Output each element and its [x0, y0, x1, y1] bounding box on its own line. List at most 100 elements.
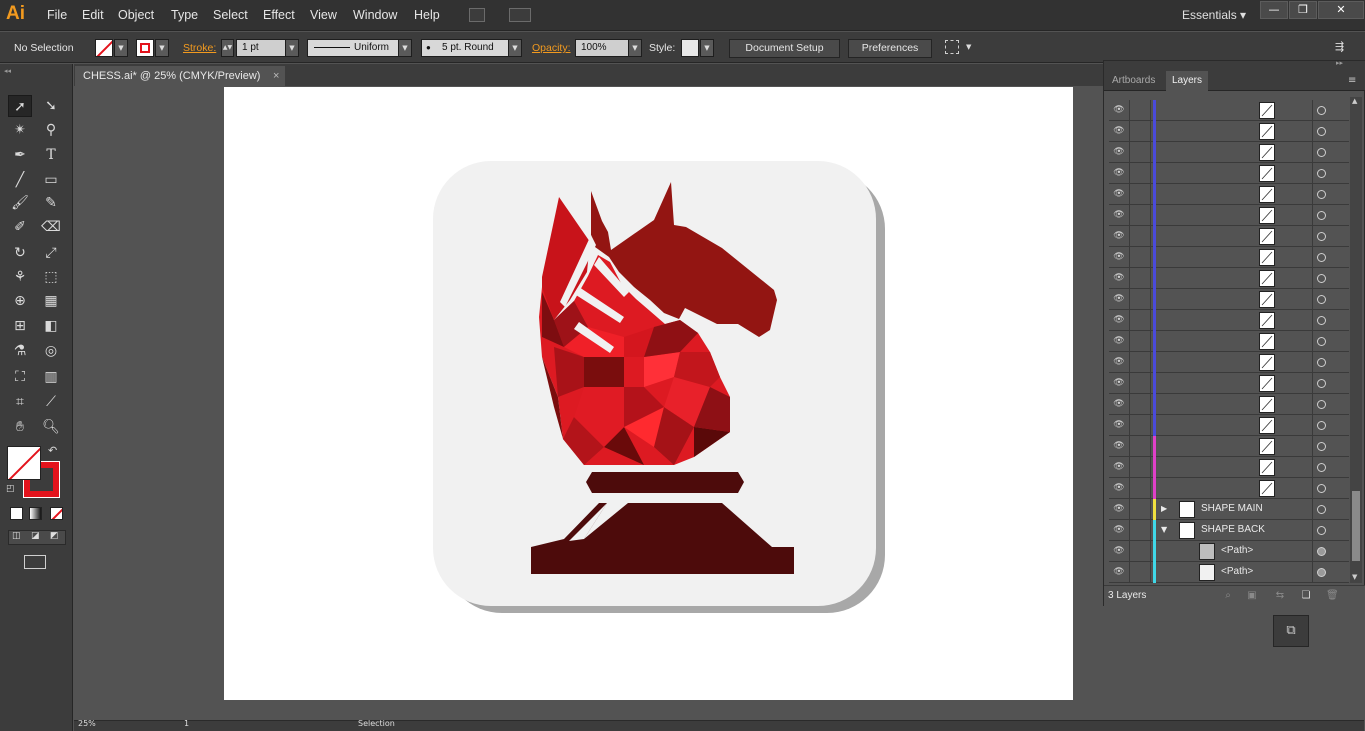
restore-button[interactable]: ❐ — [1289, 1, 1317, 19]
draw-inside-icon[interactable]: ◩ — [50, 531, 59, 541]
visibility-eye-icon[interactable]: 👁︎ — [1113, 125, 1125, 137]
chevron-right-icon[interactable]: ▶ — [1161, 504, 1167, 513]
path-row[interactable]: 👁︎ — [1109, 310, 1349, 331]
opacity-label[interactable]: Opacity: — [532, 42, 571, 54]
close-tab-icon[interactable]: × — [273, 66, 279, 86]
target-circle-icon[interactable] — [1317, 526, 1326, 535]
zoom-field[interactable]: 25% — [78, 719, 96, 728]
path-row[interactable]: 👁︎ — [1109, 226, 1349, 247]
menu-file[interactable]: File — [47, 8, 67, 22]
sublayer-row[interactable]: 👁︎ <Path> — [1109, 562, 1349, 583]
layers-scrollbar[interactable]: ▲ ▼ — [1350, 97, 1362, 583]
visibility-eye-icon[interactable]: 👁︎ — [1113, 356, 1125, 368]
target-circle-icon[interactable] — [1317, 547, 1326, 556]
target-circle-icon[interactable] — [1317, 421, 1326, 430]
target-circle-icon[interactable] — [1317, 190, 1326, 199]
visibility-eye-icon[interactable]: 👁︎ — [1113, 167, 1125, 179]
opacity-field[interactable]: 100% — [575, 39, 629, 57]
new-layer-icon[interactable]: ❏ — [1300, 590, 1312, 602]
artboard[interactable] — [224, 87, 1073, 700]
gradient-tool-icon[interactable]: ◧ — [39, 315, 63, 337]
path-row[interactable]: 👁︎ — [1109, 289, 1349, 310]
zoom-tool-icon[interactable]: 🔍︎ — [39, 416, 63, 438]
warp-tool-icon[interactable]: ⚘ — [8, 266, 32, 288]
arrange-dropdown-icon[interactable]: ▼ — [966, 43, 971, 51]
graph-tool-icon[interactable]: ▥ — [39, 366, 63, 388]
scroll-down-icon[interactable]: ▼ — [1352, 573, 1357, 581]
perspective-grid-tool-icon[interactable]: ▦ — [39, 290, 63, 312]
line-tool-icon[interactable]: ╱ — [8, 169, 32, 191]
menu-edit[interactable]: Edit — [82, 8, 104, 22]
path-row[interactable]: 👁︎ — [1109, 268, 1349, 289]
menu-type[interactable]: Type — [171, 8, 198, 22]
target-circle-icon[interactable] — [1317, 484, 1326, 493]
arrange-documents-icon[interactable] — [509, 8, 531, 22]
path-row[interactable]: 👁︎ — [1109, 100, 1349, 121]
fill-swatch[interactable] — [95, 39, 113, 57]
new-sublayer-icon[interactable]: ⇆ — [1274, 590, 1286, 602]
panel-menu-icon[interactable]: ⇶ — [1335, 40, 1344, 53]
visibility-eye-icon[interactable]: 👁︎ — [1113, 503, 1125, 515]
path-row[interactable]: 👁︎ — [1109, 457, 1349, 478]
path-row[interactable]: 👁︎ — [1109, 163, 1349, 184]
path-row[interactable]: 👁︎ — [1109, 205, 1349, 226]
path-row[interactable]: 👁︎ — [1109, 436, 1349, 457]
path-row[interactable]: 👁︎ — [1109, 121, 1349, 142]
stroke-label[interactable]: Stroke: — [183, 42, 216, 54]
document-tab[interactable]: CHESS.ai* @ 25% (CMYK/Preview) × — [75, 66, 285, 86]
target-circle-icon[interactable] — [1317, 379, 1326, 388]
paintbrush-tool-icon[interactable]: 🖌︎ — [8, 192, 32, 214]
rectangle-tool-icon[interactable]: ▭ — [39, 169, 63, 191]
selection-tool-icon[interactable]: ➚ — [8, 95, 32, 117]
stroke-profile-field[interactable]: Uniform — [307, 39, 399, 57]
sublayer-name[interactable]: <Path> — [1221, 545, 1253, 556]
visibility-eye-icon[interactable]: 👁︎ — [1113, 272, 1125, 284]
target-circle-icon[interactable] — [1317, 505, 1326, 514]
type-tool-icon[interactable]: T — [39, 144, 63, 166]
visibility-eye-icon[interactable]: 👁︎ — [1113, 461, 1125, 473]
lasso-tool-icon[interactable]: ⚲ — [39, 119, 63, 141]
visibility-eye-icon[interactable]: 👁︎ — [1113, 209, 1125, 221]
visibility-eye-icon[interactable]: 👁︎ — [1113, 419, 1125, 431]
blob-brush-tool-icon[interactable]: ✐ — [8, 216, 32, 238]
target-circle-icon[interactable] — [1317, 358, 1326, 367]
target-circle-icon[interactable] — [1317, 253, 1326, 262]
artboard-number-field[interactable]: 1 — [184, 719, 189, 728]
graphic-style-swatch[interactable] — [681, 39, 699, 57]
draw-behind-icon[interactable]: ◪ — [31, 531, 40, 541]
magic-wand-tool-icon[interactable]: ✴ — [8, 119, 32, 141]
rotate-tool-icon[interactable]: ↻ — [8, 242, 32, 264]
direct-selection-tool-icon[interactable]: ➘ — [39, 95, 63, 117]
workspace-switcher[interactable]: Essentials ▾ — [1182, 8, 1246, 22]
visibility-eye-icon[interactable]: 👁︎ — [1113, 398, 1125, 410]
scroll-thumb[interactable] — [1352, 491, 1360, 561]
preferences-button[interactable]: Preferences — [848, 39, 932, 58]
target-circle-icon[interactable] — [1317, 106, 1326, 115]
blend-tool-icon[interactable]: ◎ — [39, 340, 63, 362]
draw-normal-icon[interactable]: ◫ — [12, 531, 21, 541]
stroke-weight-field[interactable]: 1 pt — [236, 39, 286, 57]
fill-box[interactable] — [7, 446, 41, 480]
locate-object-icon[interactable]: ⌕ — [1222, 590, 1234, 602]
scroll-up-icon[interactable]: ▲ — [1352, 97, 1357, 105]
collapsed-panel-icon[interactable]: ⧉ — [1273, 615, 1309, 647]
visibility-eye-icon[interactable]: 👁︎ — [1113, 251, 1125, 263]
target-circle-icon[interactable] — [1317, 211, 1326, 220]
visibility-eye-icon[interactable]: 👁︎ — [1113, 293, 1125, 305]
screen-mode-icon[interactable] — [24, 555, 46, 569]
visibility-eye-icon[interactable]: 👁︎ — [1113, 545, 1125, 557]
visibility-eye-icon[interactable]: 👁︎ — [1113, 146, 1125, 158]
target-circle-icon[interactable] — [1317, 400, 1326, 409]
visibility-eye-icon[interactable]: 👁︎ — [1113, 524, 1125, 536]
menu-select[interactable]: Select — [213, 8, 248, 22]
target-circle-icon[interactable] — [1317, 127, 1326, 136]
target-circle-icon[interactable] — [1317, 316, 1326, 325]
path-row[interactable]: 👁︎ — [1109, 184, 1349, 205]
visibility-eye-icon[interactable]: 👁︎ — [1113, 482, 1125, 494]
hand-tool-icon[interactable]: ✋︎ — [8, 416, 32, 438]
path-row[interactable]: 👁︎ — [1109, 247, 1349, 268]
layer-row[interactable]: 👁︎ ▶ SHAPE MAIN — [1109, 499, 1349, 520]
tab-layers[interactable]: Layers — [1166, 71, 1209, 91]
mesh-tool-icon[interactable]: ⊞ — [8, 315, 32, 337]
stroke-weight-dropdown[interactable]: ▼ — [285, 39, 299, 57]
